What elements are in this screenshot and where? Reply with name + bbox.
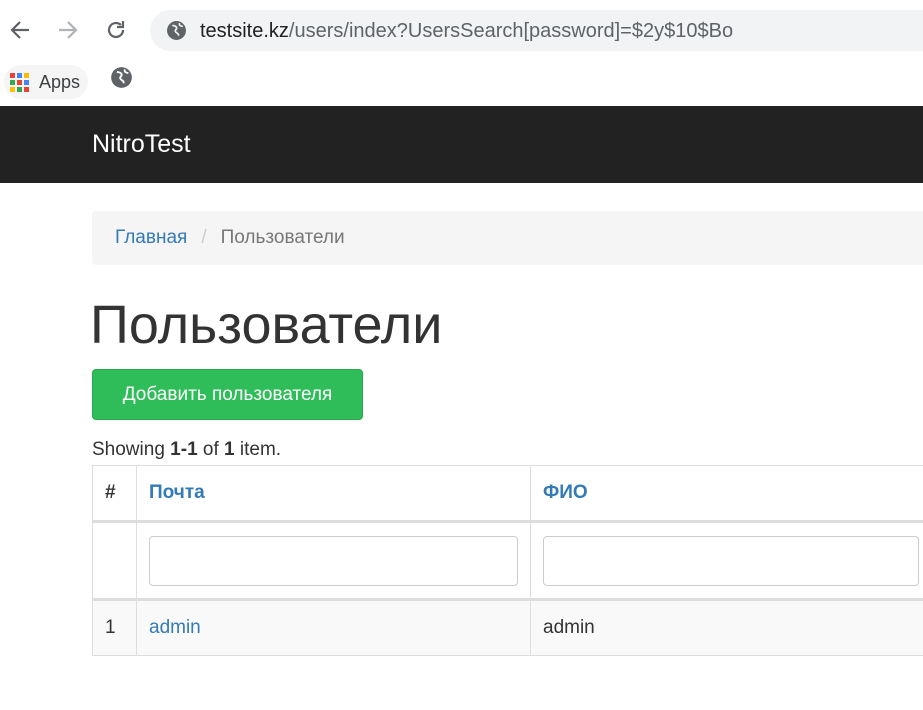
brand-link[interactable]: NitroTest (92, 130, 191, 158)
bookmark-apps-label: Apps (39, 71, 81, 92)
header-num: # (92, 465, 137, 523)
breadcrumb: Главная / Пользователи (92, 211, 923, 265)
globe-icon (167, 21, 186, 40)
name-filter-input[interactable] (543, 535, 919, 586)
email-link[interactable]: admin (149, 617, 201, 638)
summary-suffix: item. (234, 439, 282, 460)
email-filter-input[interactable] (149, 535, 518, 586)
table-row: 1 admin admin (92, 599, 923, 656)
address-bar[interactable]: testsite.kz/users/index?UsersSearch[pass… (150, 10, 923, 51)
arrow-left-icon (10, 21, 29, 39)
bookmarks-bar: Apps (0, 61, 923, 105)
url-path: /users/index?UsersSearch[password]=$2y$1… (288, 20, 734, 42)
reload-button[interactable] (98, 12, 134, 48)
summary-total: 1 (224, 439, 235, 460)
bookmark-globe-icon[interactable] (110, 66, 133, 89)
filter-cell-email (136, 521, 531, 601)
grid-summary: Showing 1-1 of 1 item. (92, 438, 281, 462)
apps-grid-icon (10, 72, 29, 92)
url-text: testsite.kz/users/index?UsersSearch[pass… (200, 19, 733, 43)
sort-email-link[interactable]: Почта (137, 482, 205, 504)
filter-row (92, 521, 923, 601)
browser-toolbar: testsite.kz/users/index?UsersSearch[pass… (0, 0, 923, 61)
header-email: Почта (136, 465, 531, 523)
table-header-row: # Почта ФИО (92, 465, 923, 523)
reload-icon (107, 21, 125, 39)
cell-name-text: admin (543, 617, 595, 638)
breadcrumb-home-link[interactable]: Главная (115, 227, 187, 249)
arrow-right-icon (59, 21, 78, 39)
summary-middle: of (197, 439, 225, 460)
page-title: Пользователи (90, 295, 443, 355)
header-name: ФИО (530, 465, 923, 523)
breadcrumb-current: Пользователи (220, 227, 345, 248)
cell-num-text: 1 (105, 617, 116, 638)
filter-cell-name (530, 521, 923, 601)
forward-button[interactable] (50, 12, 86, 48)
back-button[interactable] (2, 12, 38, 48)
breadcrumb-separator: / (201, 227, 207, 248)
cell-name: admin (530, 599, 923, 656)
filter-cell-num (92, 521, 137, 601)
cell-email: admin (136, 599, 531, 656)
summary-prefix: Showing (92, 439, 171, 460)
bookmark-apps[interactable]: Apps (4, 65, 89, 99)
cell-num: 1 (92, 599, 137, 656)
summary-range: 1-1 (170, 439, 198, 460)
add-user-button[interactable]: Добавить пользователя (92, 369, 363, 420)
site-navbar: NitroTest (0, 106, 923, 183)
sort-name-link[interactable]: ФИО (531, 482, 588, 504)
url-host: testsite.kz (200, 20, 289, 42)
users-table: # Почта ФИО 1 admin admin (92, 465, 923, 656)
